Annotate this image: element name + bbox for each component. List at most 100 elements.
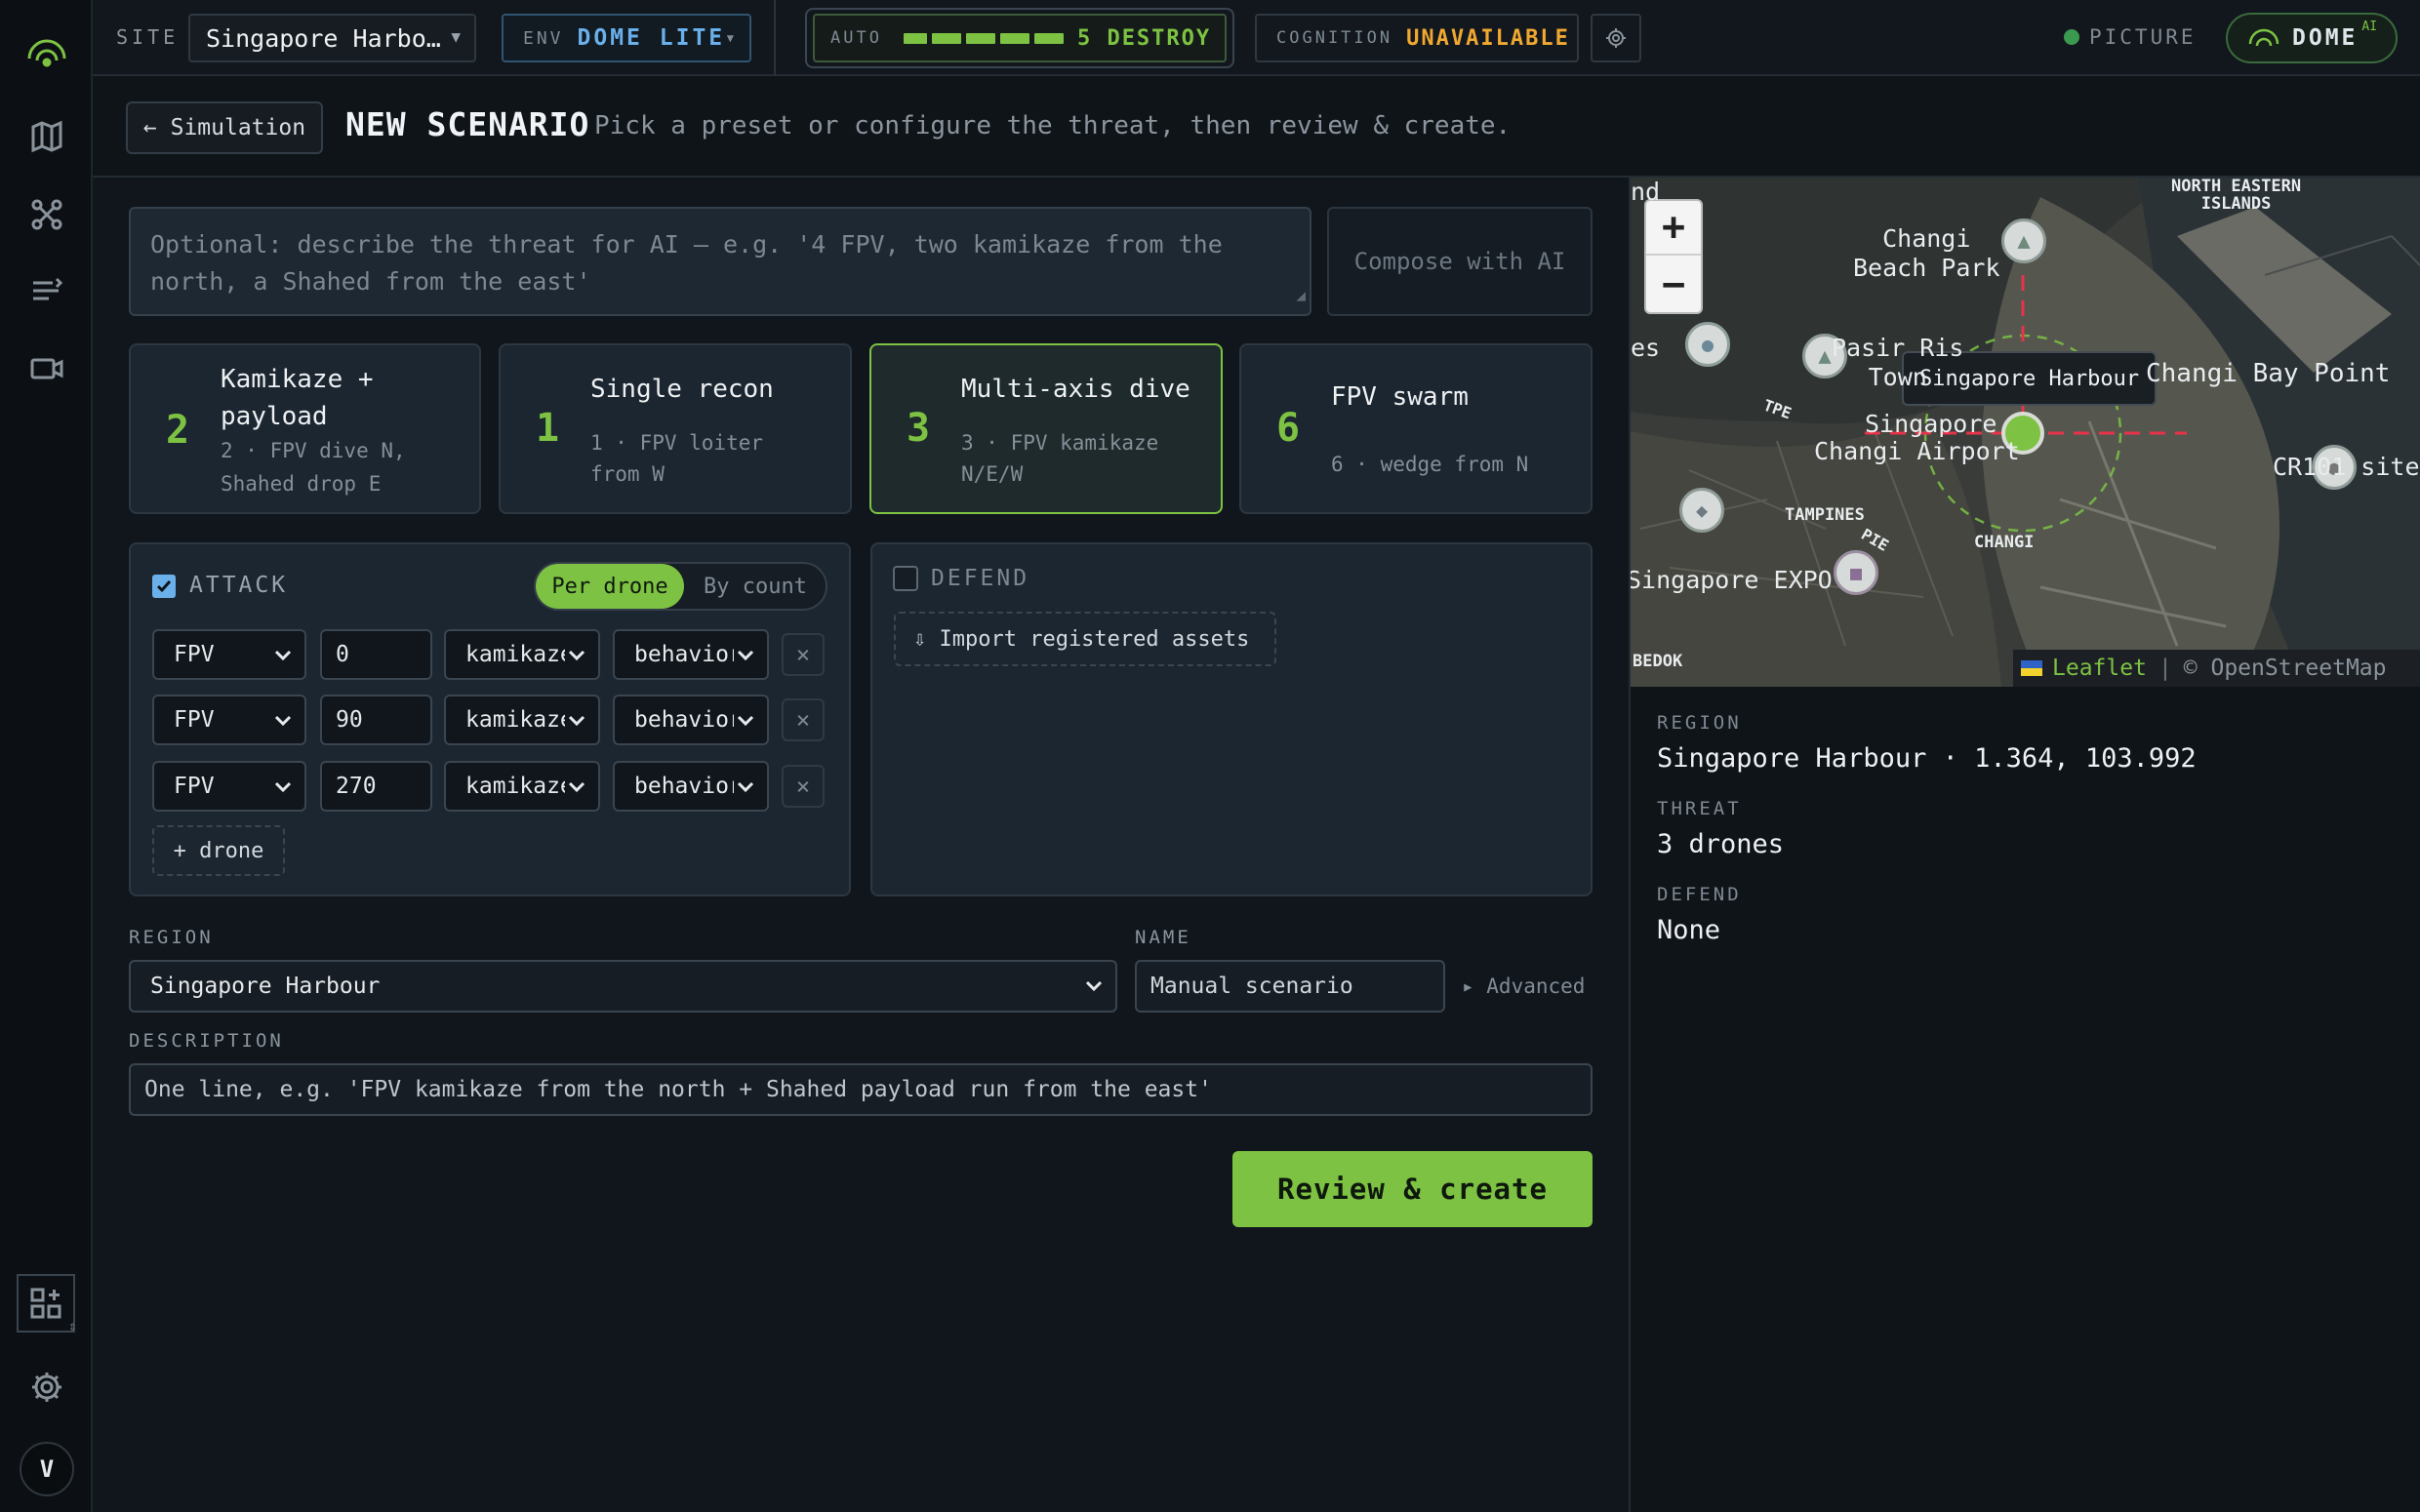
page-title: NEW SCENARIO [345, 105, 590, 143]
drone-bearing-input[interactable]: 90 [320, 695, 432, 745]
drone-mode-select[interactable]: kamikaze [444, 629, 600, 680]
map-label-singapore-expo: Singapore EXPO [1631, 566, 1833, 594]
name-input[interactable]: Manual scenario [1135, 960, 1445, 1013]
map-pin-park-icon[interactable]: ▲ [2001, 219, 2046, 263]
add-drone-button[interactable]: + drone [152, 825, 285, 876]
gear-icon[interactable] [21, 1362, 72, 1413]
remove-drone-button[interactable]: × [782, 633, 825, 676]
import-assets-button[interactable]: ⇩ Import registered assets [894, 612, 1276, 666]
back-button[interactable]: ← Simulation [126, 101, 323, 154]
map-pin-school-icon[interactable]: ◆ [1679, 488, 1724, 533]
resize-handle-icon[interactable]: ◢ [1296, 277, 1306, 314]
threat-description-ai-input[interactable]: Optional: describe the threat for AI — e… [129, 207, 1311, 316]
leaflet-link[interactable]: Leaflet [2052, 656, 2147, 681]
list-icon[interactable] [21, 265, 72, 316]
region-field-label: REGION [129, 927, 214, 948]
map-label-edge-top: nd [1631, 178, 1661, 206]
cognition-label: COGNITION [1276, 28, 1393, 48]
map-label-changi-bay-point: Changi Bay Point [2146, 359, 2391, 388]
page-header: ← Simulation NEW SCENARIO Pick a preset … [93, 76, 2420, 178]
map-label-pasir-ris: Pasir Ris Town [1832, 334, 1964, 391]
ai-input-placeholder-line2: north, a Shahed from the east' [150, 267, 591, 296]
camera-icon[interactable] [21, 343, 72, 394]
map-label-singapore: Singapore [1865, 410, 1997, 438]
map-pin-shop-icon[interactable]: ■ [1834, 550, 1878, 595]
chevron-down-icon [565, 775, 588, 798]
preset-card-multi-axis-dive[interactable]: 3 Multi-axis dive 3 · FPV kamikaze N/E/W [869, 343, 1223, 514]
settings-button[interactable] [1591, 14, 1641, 62]
per-drone-toggle[interactable]: Per drone [536, 564, 684, 609]
preset-card-single-recon[interactable]: 1 Single recon 1 · FPV loiter from W [499, 343, 852, 514]
remove-drone-button[interactable]: × [782, 698, 825, 741]
drone-type-select[interactable]: FPV [152, 761, 306, 812]
top-bar: SITE Singapore Harbo… ▼ ENV DOME LITE ▼ … [93, 0, 2420, 76]
map-label-changi-airport: Changi Airport [1814, 437, 2020, 465]
map-pin-poi-icon[interactable]: ● [1685, 322, 1730, 367]
site-select[interactable]: Singapore Harbo… ▼ [188, 14, 476, 62]
review-create-button[interactable]: Review & create [1232, 1151, 1593, 1227]
defend-checkbox[interactable] [893, 566, 918, 591]
drone-bearing-input[interactable]: 270 [320, 761, 432, 812]
by-count-toggle[interactable]: By count [686, 564, 825, 609]
summary-region-label: REGION [1657, 712, 1742, 734]
auto-level-segment [999, 32, 1029, 44]
site-value: Singapore Harbo… [206, 23, 441, 53]
dome-ai-button[interactable]: DOME AI [2226, 13, 2398, 63]
gear-icon [1606, 28, 1626, 48]
preset-title-line2: payload [221, 402, 328, 431]
preset-count: 2 [166, 408, 190, 453]
network-icon[interactable] [21, 189, 72, 240]
env-select[interactable]: ENV DOME LITE ▼ [502, 14, 751, 62]
map-label-cr101-site: CR101 site o [2273, 453, 2420, 481]
auto-level-segment [965, 32, 995, 44]
drone-type-select[interactable]: FPV [152, 629, 306, 680]
drone-behavior-select[interactable]: behavior [613, 695, 769, 745]
osm-link[interactable]: © OpenStreetMap [2184, 656, 2387, 681]
map-view[interactable]: ▲ ▲ ● ◆ ■ ● + − Singapore Harbour NORTH … [1631, 178, 2420, 687]
ai-input-placeholder-line1: Optional: describe the threat for AI — e… [150, 230, 1223, 259]
map-label-tampines: TAMPINES [1785, 505, 1865, 525]
flag-icon [2021, 660, 2042, 676]
drone-mode-select[interactable]: kamikaze [444, 761, 600, 812]
preset-card-kamikaze-payload[interactable]: 2 Kamikaze + payload 2 · FPV dive N, Sha… [129, 343, 481, 514]
chevron-down-icon [734, 708, 757, 732]
picture-indicator[interactable]: PICTURE [2064, 25, 2197, 49]
advanced-toggle[interactable]: ▸ Advanced [1462, 975, 1585, 998]
preset-card-fpv-swarm[interactable]: 6 FPV swarm 6 · wedge from N [1239, 343, 1593, 514]
description-input[interactable]: One line, e.g. 'FPV kamikaze from the no… [129, 1063, 1593, 1116]
auto-label: AUTO [830, 28, 882, 48]
site-label: SITE [116, 25, 180, 49]
map-icon[interactable] [21, 111, 72, 162]
preset-count: 6 [1276, 406, 1301, 451]
avatar[interactable]: V [20, 1442, 74, 1496]
region-select[interactable]: Singapore Harbour [129, 960, 1117, 1013]
map-label-changi-beach-park: Changi Beach Park [1853, 224, 2000, 282]
chevron-down-icon [565, 708, 588, 732]
chevron-down-icon [274, 650, 292, 661]
chevron-down-icon [734, 775, 757, 798]
drone-mode-select[interactable]: kamikaze [444, 695, 600, 745]
map-attribution: Leaflet | © OpenStreetMap [2013, 650, 2420, 687]
dome-logo-icon[interactable] [21, 27, 72, 78]
drone-behavior-select[interactable]: behavior [613, 629, 769, 680]
page-subtitle: Pick a preset or configure the threat, t… [594, 111, 1512, 140]
map-label-edge-left: es [1631, 334, 1661, 362]
chevron-down-icon [274, 715, 292, 727]
summary-defend-value: None [1657, 915, 1721, 945]
zoom-in-button[interactable]: + [1646, 201, 1701, 256]
remove-drone-button[interactable]: × [782, 765, 825, 808]
compose-with-ai-button[interactable]: Compose with AI [1327, 207, 1593, 316]
chevron-down-icon: ▼ [726, 31, 734, 45]
divider [774, 0, 776, 76]
auto-level-control[interactable]: AUTO 5 DESTROY [813, 14, 1227, 62]
chevron-down-icon [274, 781, 292, 793]
env-label: ENV [523, 27, 564, 49]
cognition-status[interactable]: COGNITION UNAVAILABLE [1255, 14, 1579, 62]
drone-behavior-select[interactable]: behavior [613, 761, 769, 812]
drone-bearing-input[interactable]: 0 [320, 629, 432, 680]
zoom-out-button[interactable]: − [1646, 258, 1701, 312]
summary-region-value: Singapore Harbour · 1.364, 103.992 [1657, 743, 2197, 774]
drone-type-select[interactable]: FPV [152, 695, 306, 745]
attack-checkbox[interactable] [152, 575, 176, 598]
add-widget-icon[interactable] [17, 1274, 75, 1333]
